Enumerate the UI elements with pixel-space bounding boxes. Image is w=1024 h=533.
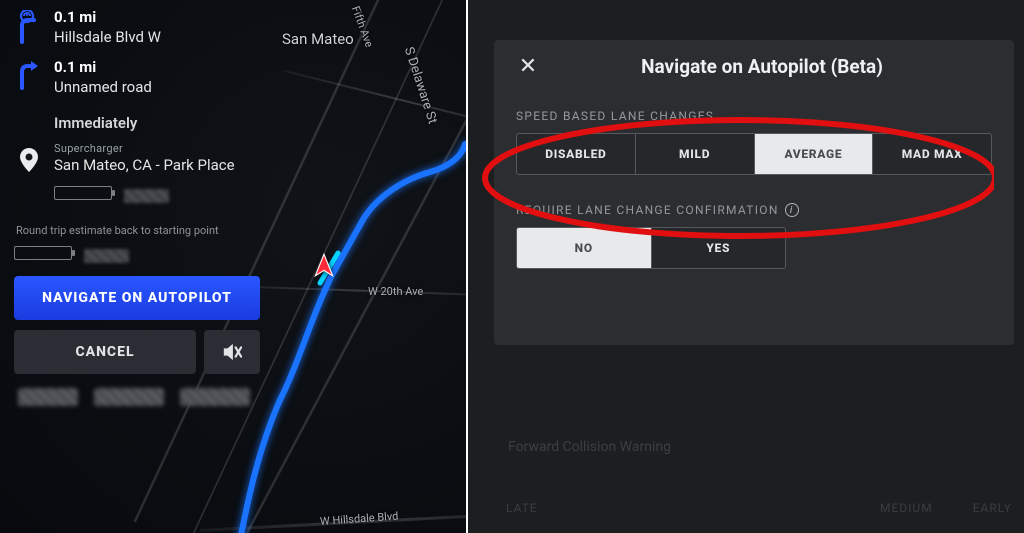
- lane-changes-label: SPEED BASED LANE CHANGES: [516, 109, 992, 123]
- map-label-20th: W 20th Ave: [368, 285, 423, 298]
- confirm-segmented: NO YES: [516, 227, 786, 269]
- turn-icon: [16, 10, 42, 44]
- lane-option-mild[interactable]: MILD: [636, 134, 755, 174]
- location-pin-icon: [19, 148, 39, 172]
- step2-distance: 0.1 mi: [54, 58, 260, 76]
- mute-icon: [221, 342, 243, 362]
- nav-panel: 0.1 mi Hillsdale Blvd W 0.1 mi Unnamed r…: [0, 0, 270, 533]
- lane-option-madmax-label: MAD MAX: [902, 147, 963, 161]
- charger-name: San Mateo, CA - Park Place: [54, 156, 260, 174]
- navigate-on-autopilot-label: NAVIGATE ON AUTOPILOT: [42, 290, 232, 306]
- nav-step-2: 0.1 mi Unnamed road: [14, 58, 260, 96]
- charger-block: Supercharger San Mateo, CA - Park Place: [14, 142, 260, 204]
- lane-changes-segmented: DISABLED MILD AVERAGE MAD MAX: [516, 133, 992, 175]
- faint-option-medium: MEDIUM: [880, 501, 933, 515]
- navigate-on-autopilot-button[interactable]: NAVIGATE ON AUTOPILOT: [14, 276, 260, 320]
- lane-option-disabled[interactable]: DISABLED: [517, 134, 636, 174]
- battery-indicator-1: [54, 186, 112, 200]
- map-label-city: San Mateo: [282, 30, 354, 48]
- battery-indicator-2: [14, 246, 72, 260]
- info-icon[interactable]: i: [785, 203, 799, 217]
- lane-option-mild-label: MILD: [679, 147, 710, 161]
- faint-option-late: LATE: [506, 501, 538, 515]
- round-trip-label: Round trip estimate back to starting poi…: [16, 224, 260, 238]
- redacted-value-1: [124, 189, 169, 203]
- step1-street: Hillsdale Blvd W: [54, 28, 260, 46]
- immediately-label: Immediately: [54, 114, 260, 132]
- faint-option-early: EARLY: [973, 501, 1012, 515]
- navigation-pane: San Mateo S Delaware St Fifth Ave W 20th…: [0, 0, 468, 533]
- redacted-row: [14, 388, 260, 406]
- lane-option-madmax[interactable]: MAD MAX: [873, 134, 991, 174]
- confirm-option-no[interactable]: NO: [517, 228, 652, 268]
- confirm-label-text: REQUIRE LANE CHANGE CONFIRMATION: [516, 203, 779, 217]
- nav-step-1: 0.1 mi Hillsdale Blvd W: [14, 8, 260, 46]
- map-label-hillsdale: W Hillsdale Blvd: [320, 510, 399, 528]
- step2-street: Unnamed road: [54, 78, 260, 96]
- redacted-value-2: [84, 249, 129, 263]
- faint-segmented-row: LATE MEDIUM EARLY: [506, 501, 1012, 515]
- lane-option-disabled-label: DISABLED: [545, 147, 606, 161]
- confirm-option-no-label: NO: [575, 241, 593, 255]
- confirm-option-yes[interactable]: YES: [652, 228, 786, 268]
- lane-option-average[interactable]: AVERAGE: [755, 134, 874, 174]
- autopilot-settings-dialog: ✕ Navigate on Autopilot (Beta) SPEED BAS…: [494, 40, 1014, 345]
- confirm-option-yes-label: YES: [706, 241, 730, 255]
- cancel-button-label: CANCEL: [75, 344, 134, 360]
- dialog-title: Navigate on Autopilot (Beta): [556, 55, 968, 78]
- lane-option-average-label: AVERAGE: [784, 147, 842, 161]
- mute-button[interactable]: [204, 330, 260, 374]
- settings-pane: ✕ Navigate on Autopilot (Beta) SPEED BAS…: [468, 0, 1024, 533]
- faint-section-title: Forward Collision Warning: [508, 439, 671, 455]
- cancel-button[interactable]: CANCEL: [14, 330, 196, 374]
- turn-right-icon: [16, 60, 42, 90]
- close-icon[interactable]: ✕: [516, 54, 540, 79]
- step1-distance: 0.1 mi: [54, 8, 260, 26]
- map-label-delaware: S Delaware St: [401, 45, 440, 126]
- confirm-label: REQUIRE LANE CHANGE CONFIRMATION i: [516, 203, 992, 217]
- charger-type-label: Supercharger: [54, 142, 260, 155]
